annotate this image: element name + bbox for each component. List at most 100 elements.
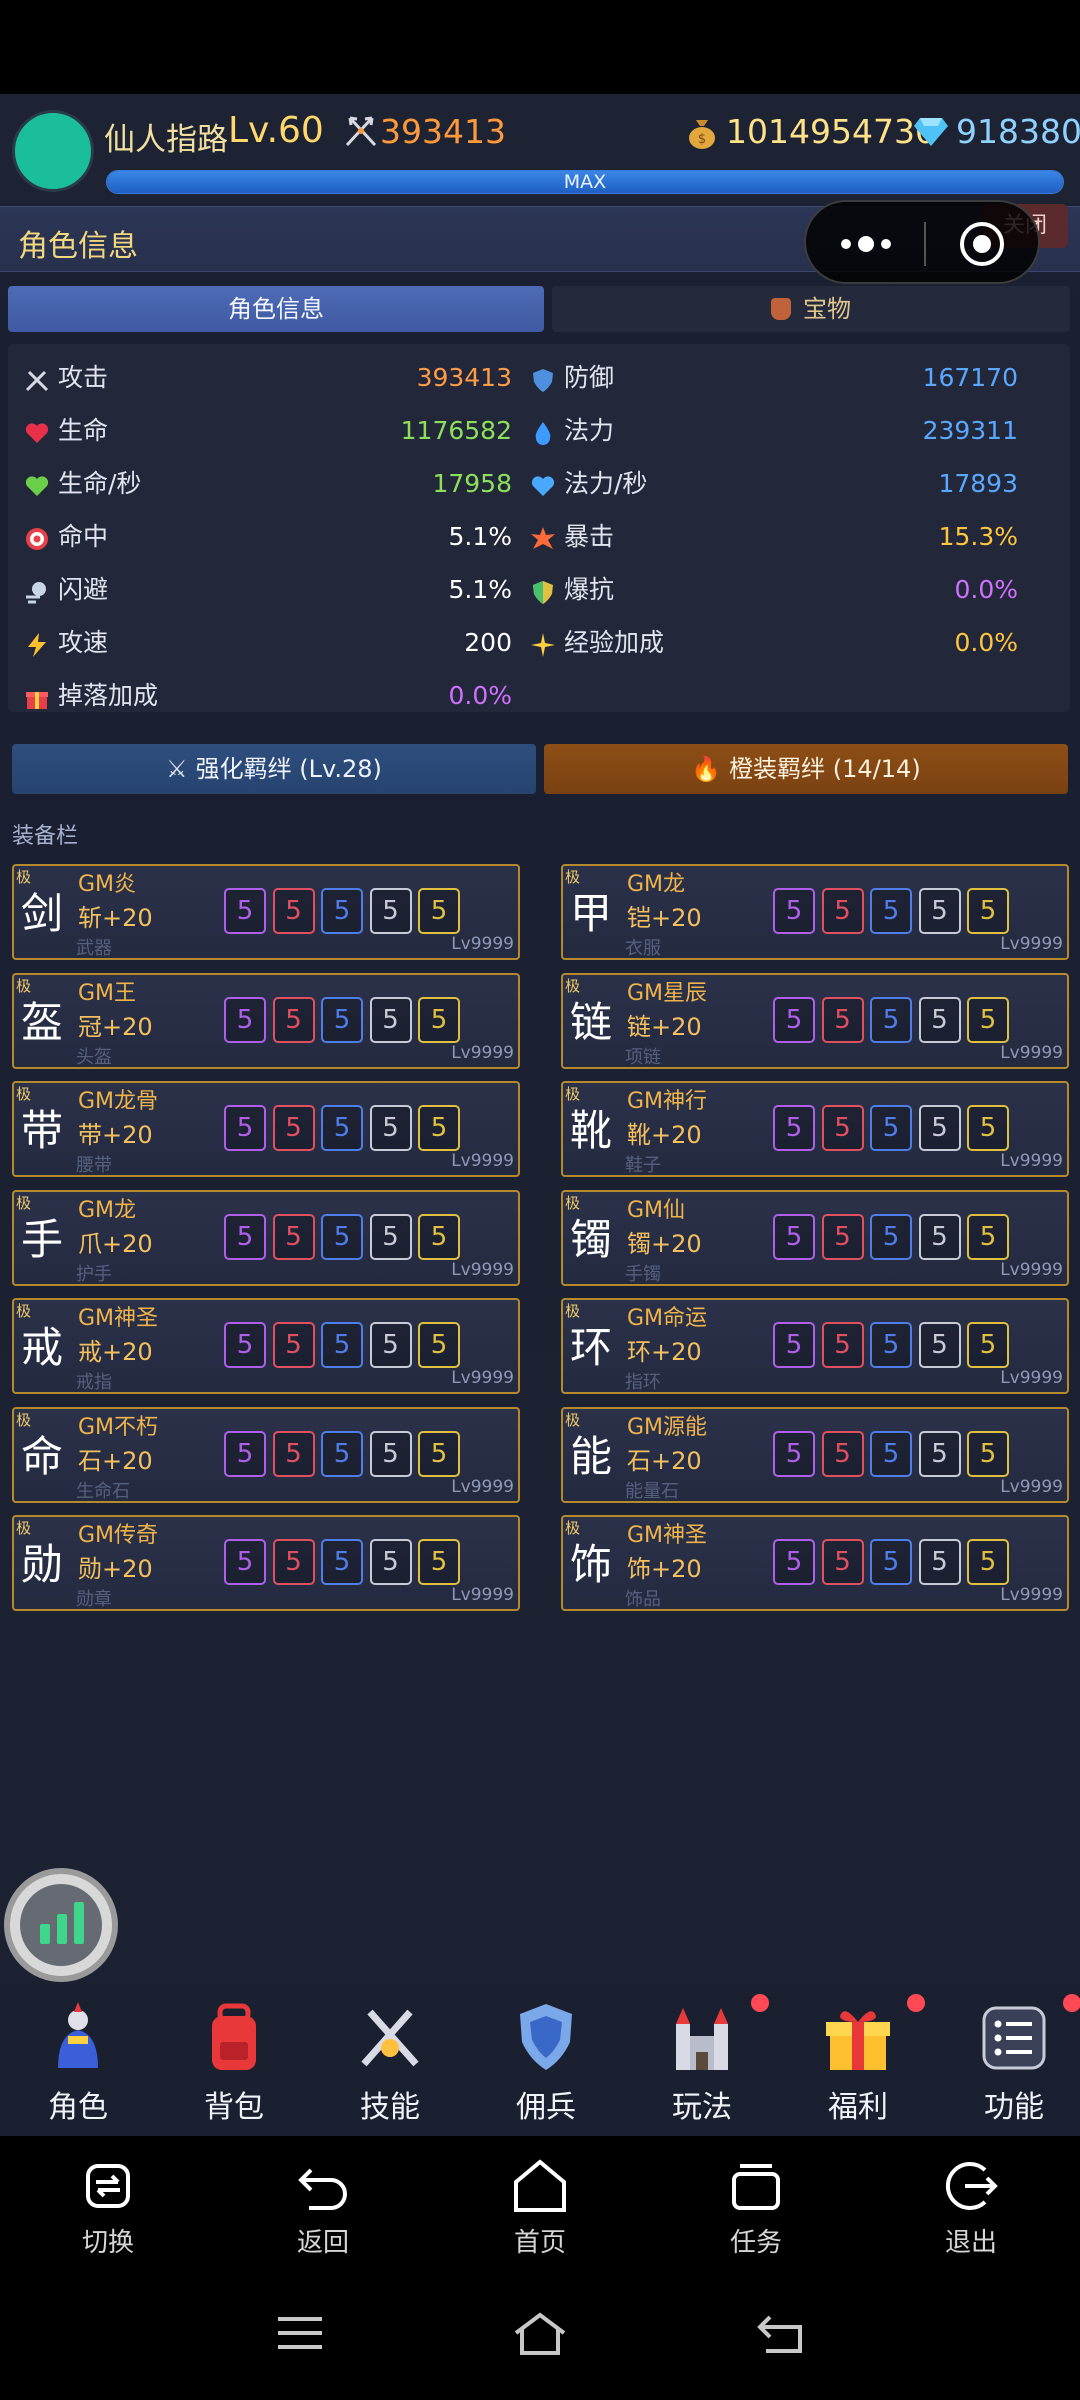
- equipment-slot[interactable]: 极剑 GM炎 斩+20 武器 Lv9999 5 5 5 5 5: [12, 864, 520, 960]
- gem-slot[interactable]: 5: [224, 1213, 266, 1260]
- tab-treasure[interactable]: 宝物: [552, 286, 1070, 332]
- nav-item[interactable]: 佣兵: [471, 1984, 621, 2136]
- equipment-slot[interactable]: 极手 GM龙 爪+20 护手 Lv9999 5 5 5 5 5: [12, 1189, 520, 1286]
- gem-slot[interactable]: 5: [224, 888, 266, 934]
- gem-slot[interactable]: 5: [918, 996, 961, 1043]
- gem-slot[interactable]: 5: [321, 1213, 363, 1260]
- gem-slot[interactable]: 5: [918, 1322, 961, 1368]
- equipment-slot[interactable]: 极戒 GM神圣 戒+20 戒指 Lv9999 5 5 5 5 5: [12, 1298, 520, 1394]
- gem-slot[interactable]: 5: [821, 996, 864, 1043]
- equipment-slot[interactable]: 极命 GM不朽 石+20 生命石 Lv9999 5 5 5 5 5: [12, 1406, 520, 1503]
- enhance-bond-button[interactable]: ⚔ 强化羁绊 (Lv.28): [12, 744, 536, 794]
- gem-slot[interactable]: 5: [321, 1430, 363, 1477]
- gem-slot[interactable]: 5: [967, 888, 1009, 934]
- gem-slot[interactable]: 5: [773, 1213, 815, 1260]
- gem-slot[interactable]: 5: [224, 1105, 266, 1151]
- nav-item[interactable]: 玩法: [627, 1984, 777, 2136]
- gem-slot[interactable]: 5: [870, 1430, 912, 1477]
- exit-button[interactable]: 退出: [896, 2156, 1046, 2266]
- gem-slot[interactable]: 5: [369, 1539, 412, 1585]
- more-options-icon[interactable]: [836, 226, 896, 262]
- orange-bond-button[interactable]: 🔥 橙装羁绊 (14/14): [544, 744, 1068, 794]
- gem-slot[interactable]: 5: [870, 888, 912, 934]
- gem-slot[interactable]: 5: [321, 1322, 363, 1368]
- gem-slot[interactable]: 5: [272, 996, 315, 1043]
- back-button[interactable]: 返回: [248, 2156, 398, 2266]
- gem-slot[interactable]: 5: [321, 1539, 363, 1585]
- gem-slot[interactable]: 5: [870, 1322, 912, 1368]
- gem-slot[interactable]: 5: [369, 1213, 412, 1260]
- gem-slot[interactable]: 5: [321, 1105, 363, 1151]
- tasks-button[interactable]: 任务: [681, 2156, 831, 2266]
- gem-slot[interactable]: 5: [272, 888, 315, 934]
- gem-slot[interactable]: 5: [272, 1105, 315, 1151]
- gem-slot[interactable]: 5: [870, 1105, 912, 1151]
- gem-slot[interactable]: 5: [321, 996, 363, 1043]
- gem-slot[interactable]: 5: [967, 1105, 1009, 1151]
- equipment-slot[interactable]: 极甲 GM龙 铠+20 衣服 Lv9999 5 5 5 5 5: [561, 864, 1069, 960]
- gem-slot[interactable]: 5: [369, 1430, 412, 1477]
- gem-slot[interactable]: 5: [918, 888, 961, 934]
- nav-item[interactable]: 角色: [3, 1984, 153, 2136]
- nav-item[interactable]: 技能: [315, 1984, 465, 2136]
- system-home-icon[interactable]: [510, 2311, 570, 2355]
- nav-item[interactable]: 功能: [939, 1984, 1080, 2136]
- gem-slot[interactable]: 5: [821, 888, 864, 934]
- gem-slot[interactable]: 5: [967, 1213, 1009, 1260]
- close-miniprogram-icon[interactable]: [958, 220, 1006, 268]
- gem-slot[interactable]: 5: [821, 1105, 864, 1151]
- gem-slot[interactable]: 5: [967, 1322, 1009, 1368]
- gem-slot[interactable]: 5: [418, 996, 460, 1043]
- gem-slot[interactable]: 5: [821, 1213, 864, 1260]
- equipment-slot[interactable]: 极镯 GM仙 镯+20 手镯 Lv9999 5 5 5 5 5: [561, 1189, 1069, 1286]
- gem-slot[interactable]: 5: [918, 1213, 961, 1260]
- gem-slot[interactable]: 5: [870, 1539, 912, 1585]
- gem-slot[interactable]: 5: [821, 1430, 864, 1477]
- gem-slot[interactable]: 5: [369, 1105, 412, 1151]
- gem-slot[interactable]: 5: [321, 888, 363, 934]
- gem-slot[interactable]: 5: [418, 888, 460, 934]
- equipment-slot[interactable]: 极饰 GM神圣 饰+20 饰品 Lv9999 5 5 5 5 5: [561, 1515, 1069, 1611]
- switch-button[interactable]: 切换: [33, 2156, 183, 2266]
- gem-slot[interactable]: 5: [773, 1539, 815, 1585]
- gem-slot[interactable]: 5: [918, 1539, 961, 1585]
- gem-slot[interactable]: 5: [821, 1539, 864, 1585]
- gem-slot[interactable]: 5: [918, 1430, 961, 1477]
- gem-slot[interactable]: 5: [773, 1105, 815, 1151]
- equipment-slot[interactable]: 极环 GM命运 环+20 指环 Lv9999 5 5 5 5 5: [561, 1298, 1069, 1394]
- gem-slot[interactable]: 5: [870, 1213, 912, 1260]
- gem-slot[interactable]: 5: [272, 1539, 315, 1585]
- nav-item[interactable]: 福利: [783, 1984, 933, 2136]
- gem-slot[interactable]: 5: [773, 888, 815, 934]
- gem-slot[interactable]: 5: [870, 996, 912, 1043]
- system-back-icon[interactable]: [752, 2311, 808, 2355]
- nav-item[interactable]: 背包: [159, 1984, 309, 2136]
- player-avatar[interactable]: [12, 110, 94, 192]
- gem-slot[interactable]: 5: [369, 1322, 412, 1368]
- equipment-slot[interactable]: 极盔 GM王 冠+20 头盔 Lv9999 5 5 5 5 5: [12, 972, 520, 1069]
- gem-slot[interactable]: 5: [224, 996, 266, 1043]
- gem-slot[interactable]: 5: [418, 1430, 460, 1477]
- gem-slot[interactable]: 5: [418, 1322, 460, 1368]
- gem-slot[interactable]: 5: [967, 1430, 1009, 1477]
- tab-character-info[interactable]: 角色信息: [8, 286, 544, 332]
- gem-slot[interactable]: 5: [773, 996, 815, 1043]
- gem-slot[interactable]: 5: [272, 1430, 315, 1477]
- gem-slot[interactable]: 5: [224, 1430, 266, 1477]
- equipment-slot[interactable]: 极勋 GM传奇 勋+20 勋章 Lv9999 5 5 5 5 5: [12, 1515, 520, 1611]
- gem-slot[interactable]: 5: [418, 1105, 460, 1151]
- gem-slot[interactable]: 5: [967, 1539, 1009, 1585]
- gem-slot[interactable]: 5: [821, 1322, 864, 1368]
- gem-slot[interactable]: 5: [224, 1322, 266, 1368]
- gem-slot[interactable]: 5: [773, 1430, 815, 1477]
- equipment-slot[interactable]: 极靴 GM神行 靴+20 鞋子 Lv9999 5 5 5 5 5: [561, 1081, 1069, 1177]
- gem-slot[interactable]: 5: [224, 1539, 266, 1585]
- floating-stats-button[interactable]: [4, 1868, 118, 1982]
- gem-slot[interactable]: 5: [369, 996, 412, 1043]
- gem-slot[interactable]: 5: [918, 1105, 961, 1151]
- gem-slot[interactable]: 5: [369, 888, 412, 934]
- gem-slot[interactable]: 5: [272, 1322, 315, 1368]
- equipment-slot[interactable]: 极能 GM源能 石+20 能量石 Lv9999 5 5 5 5 5: [561, 1406, 1069, 1503]
- home-button[interactable]: 首页: [465, 2156, 615, 2266]
- gem-slot[interactable]: 5: [967, 996, 1009, 1043]
